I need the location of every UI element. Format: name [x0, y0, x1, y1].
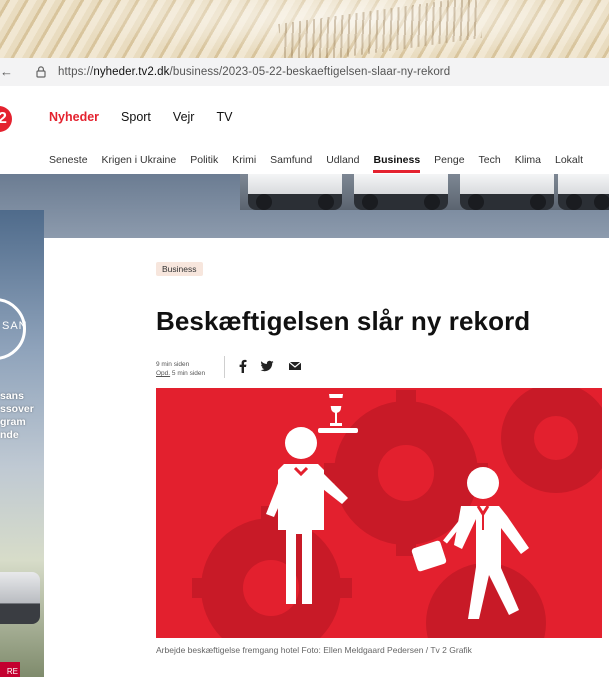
ad-brand-text: SAN [2, 320, 28, 332]
published-time: 9 min siden [156, 361, 190, 368]
section-nav-item-tech[interactable]: Tech [479, 154, 501, 166]
section-nav-item-business[interactable]: Business [373, 154, 420, 173]
meta-divider [224, 356, 225, 378]
article-timestamps: 9 min siden Opd. 5 min siden [156, 360, 205, 378]
ad-side-panel[interactable]: SAN sans ssover gram nde RE [0, 210, 44, 677]
url-text[interactable]: https://nyheder.tv2.dk/business/2023-05-… [58, 66, 450, 78]
ad-copy: sans ssover gram nde [0, 390, 34, 441]
category-tag[interactable]: Business [156, 262, 203, 276]
main-nav: Nyheder Sport Vejr TV [49, 110, 254, 124]
main-nav-item-sport[interactable]: Sport [121, 110, 151, 124]
ad-car [558, 174, 609, 210]
section-nav-item-samfund[interactable]: Samfund [270, 154, 312, 166]
section-nav-item-lokalt[interactable]: Lokalt [555, 154, 583, 166]
section-nav: Seneste Krigen i Ukraine Politik Krimi S… [49, 154, 597, 173]
ad-cars-image [240, 174, 609, 210]
section-nav-item-seneste[interactable]: Seneste [49, 154, 88, 166]
section-nav-item-politik[interactable]: Politik [190, 154, 218, 166]
section-nav-item-klima[interactable]: Klima [515, 154, 541, 166]
main-nav-item-tv[interactable]: TV [216, 110, 232, 124]
hero-illustration-svg [156, 388, 602, 638]
ad-car [354, 174, 448, 210]
section-nav-item-udland[interactable]: Udland [326, 154, 359, 166]
section-nav-item-krimi[interactable]: Krimi [232, 154, 256, 166]
section-nav-item-penge[interactable]: Penge [434, 154, 464, 166]
article-hero-illustration[interactable] [156, 388, 602, 638]
ad-car-small-image [0, 572, 40, 624]
article-headline: Beskæftigelsen slår ny rekord [156, 306, 531, 336]
lock-icon [36, 66, 46, 78]
twitter-icon[interactable] [260, 359, 274, 373]
section-nav-item-ukraine[interactable]: Krigen i Ukraine [102, 154, 177, 166]
facebook-icon[interactable] [236, 359, 250, 373]
background-photo [0, 0, 609, 62]
ad-cta-button[interactable]: RE [0, 662, 20, 677]
main-nav-item-vejr[interactable]: Vejr [173, 110, 195, 124]
main-nav-item-nyheder[interactable]: Nyheder [49, 110, 99, 124]
back-arrow-icon[interactable]: ← [0, 64, 13, 80]
updated-time: Opd. 5 min siden [156, 370, 206, 377]
mail-icon[interactable] [288, 359, 302, 373]
ad-car [460, 174, 554, 210]
article-card: Business Beskæftigelsen slår ny rekord 9… [44, 238, 609, 677]
browser-address-bar[interactable]: ← https://nyheder.tv2.dk/business/2023-0… [0, 58, 609, 87]
image-caption: Arbejde beskæftigelse fremgang hotel Fot… [156, 645, 472, 655]
ad-car [248, 174, 342, 210]
